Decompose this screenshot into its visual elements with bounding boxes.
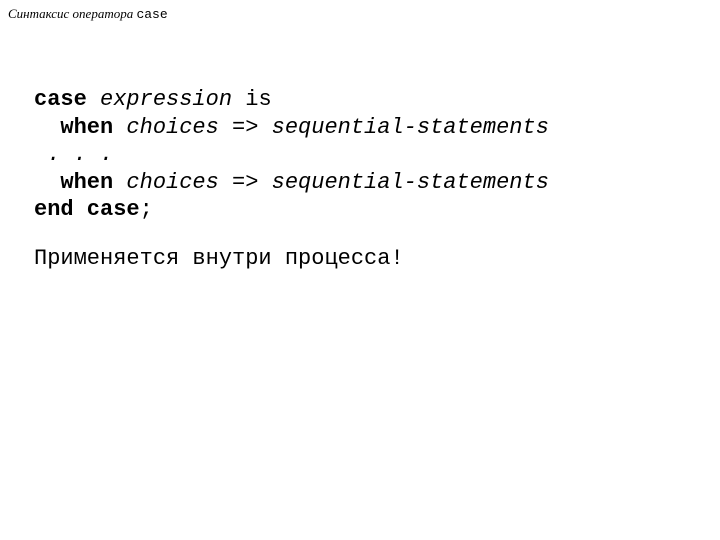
code-block: case expression is when choices => seque… bbox=[34, 86, 549, 224]
title-prefix: Синтаксис оператора bbox=[8, 6, 136, 21]
indent1 bbox=[34, 115, 60, 140]
slide: Синтаксис оператора case case expression… bbox=[0, 0, 720, 540]
indent2 bbox=[34, 170, 60, 195]
expr: expression bbox=[100, 87, 232, 112]
when-body-1: choices => sequential-statements bbox=[126, 115, 548, 140]
kw-is: is bbox=[232, 87, 272, 112]
title-keyword: case bbox=[136, 7, 167, 22]
kw-case: case bbox=[34, 87, 87, 112]
kw-when-2: when bbox=[60, 170, 113, 195]
when-body-2: choices => sequential-statements bbox=[126, 170, 548, 195]
kw-end-case: end case bbox=[34, 197, 140, 222]
kw-when-1: when bbox=[60, 115, 113, 140]
note-text: Применяется внутри процесса! bbox=[34, 246, 404, 271]
semicolon: ; bbox=[140, 197, 153, 222]
ellipsis: . . . bbox=[34, 142, 113, 167]
slide-title: Синтаксис оператора case bbox=[8, 6, 168, 22]
